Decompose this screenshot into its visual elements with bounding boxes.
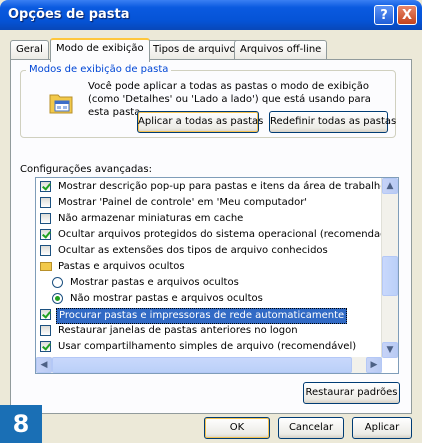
folder-window-icon bbox=[49, 94, 73, 114]
list-item-label: Ocultar arquivos protegidos do sistema o… bbox=[58, 229, 397, 240]
checkbox[interactable] bbox=[40, 213, 51, 224]
checkbox[interactable] bbox=[40, 197, 51, 208]
checkbox[interactable] bbox=[40, 309, 51, 320]
tab-general[interactable]: Geral bbox=[10, 40, 49, 59]
tab-view[interactable]: Modo de exibição bbox=[50, 38, 150, 62]
step-number-badge: 8 bbox=[0, 405, 42, 443]
advanced-settings-list[interactable]: Mostrar descrição pop-up para pastas e i… bbox=[35, 177, 399, 374]
list-item-label: Não mostrar pastas e arquivos ocultos bbox=[70, 293, 263, 304]
checkbox[interactable] bbox=[40, 181, 51, 192]
horizontal-scroll-thumb[interactable] bbox=[52, 357, 352, 373]
radio-button[interactable] bbox=[52, 293, 63, 304]
list-item-label: Mostrar descrição pop-up para pastas e i… bbox=[58, 181, 387, 192]
cancel-button[interactable]: Cancelar bbox=[278, 417, 344, 439]
list-item-label: Pastas e arquivos ocultos bbox=[58, 261, 185, 272]
title-bar[interactable]: Opções de pasta ? X bbox=[0, 0, 422, 30]
apply-to-all-folders-button[interactable]: Aplicar a todas as pastas bbox=[137, 111, 263, 133]
scroll-down-icon[interactable]: ▼ bbox=[382, 342, 398, 358]
list-item-label: Mostrar pastas e arquivos ocultos bbox=[70, 277, 239, 288]
window-title: Opções de pasta bbox=[8, 7, 130, 22]
checkbox[interactable] bbox=[40, 325, 51, 336]
advanced-settings-label: Configurações avançadas: bbox=[20, 164, 153, 175]
folder-icon bbox=[40, 262, 52, 271]
radio-button[interactable] bbox=[52, 277, 63, 288]
checkbox[interactable] bbox=[40, 245, 51, 256]
checkbox[interactable] bbox=[40, 341, 51, 352]
close-button[interactable]: X bbox=[397, 5, 417, 25]
list-item-label: Restaurar janelas de pastas anteriores n… bbox=[58, 325, 298, 336]
ok-button[interactable]: OK bbox=[204, 417, 270, 439]
reset-all-folders-button[interactable]: Redefinir todas as pastas bbox=[269, 111, 396, 133]
list-item-label: Ocultar as extensões dos tipos de arquiv… bbox=[58, 245, 328, 256]
list-item-label: Mostrar 'Painel de controle' em 'Meu com… bbox=[58, 197, 308, 208]
horizontal-scrollbar[interactable]: ◀ ▶ bbox=[36, 357, 382, 373]
scroll-up-icon[interactable]: ▲ bbox=[382, 178, 398, 194]
help-button[interactable]: ? bbox=[374, 5, 394, 25]
folder-options-window: Opções de pasta ? X Geral Modo de exibiç… bbox=[0, 0, 422, 443]
vertical-scroll-thumb[interactable] bbox=[382, 256, 398, 296]
tab-offline-files[interactable]: Arquivos off-line bbox=[234, 40, 328, 59]
tab-file-types[interactable]: Tipos de arquivo bbox=[147, 40, 242, 59]
apply-button[interactable]: Aplicar bbox=[352, 417, 412, 439]
checkbox[interactable] bbox=[40, 229, 51, 240]
scroll-left-icon[interactable]: ◀ bbox=[36, 357, 52, 373]
restore-defaults-button[interactable]: Restaurar padrões bbox=[303, 382, 400, 404]
list-item-label: Procurar pastas e impressoras de rede au… bbox=[56, 308, 348, 324]
scroll-right-icon[interactable]: ▶ bbox=[366, 357, 382, 373]
list-item-label: Não armazenar miniaturas em cache bbox=[58, 213, 244, 224]
folder-views-group-title: Modos de exibição de pasta bbox=[26, 64, 172, 75]
list-item-label: Usar compartilhamento simples de arquivo… bbox=[58, 341, 357, 352]
vertical-scrollbar[interactable]: ▲ ▼ bbox=[381, 178, 398, 358]
